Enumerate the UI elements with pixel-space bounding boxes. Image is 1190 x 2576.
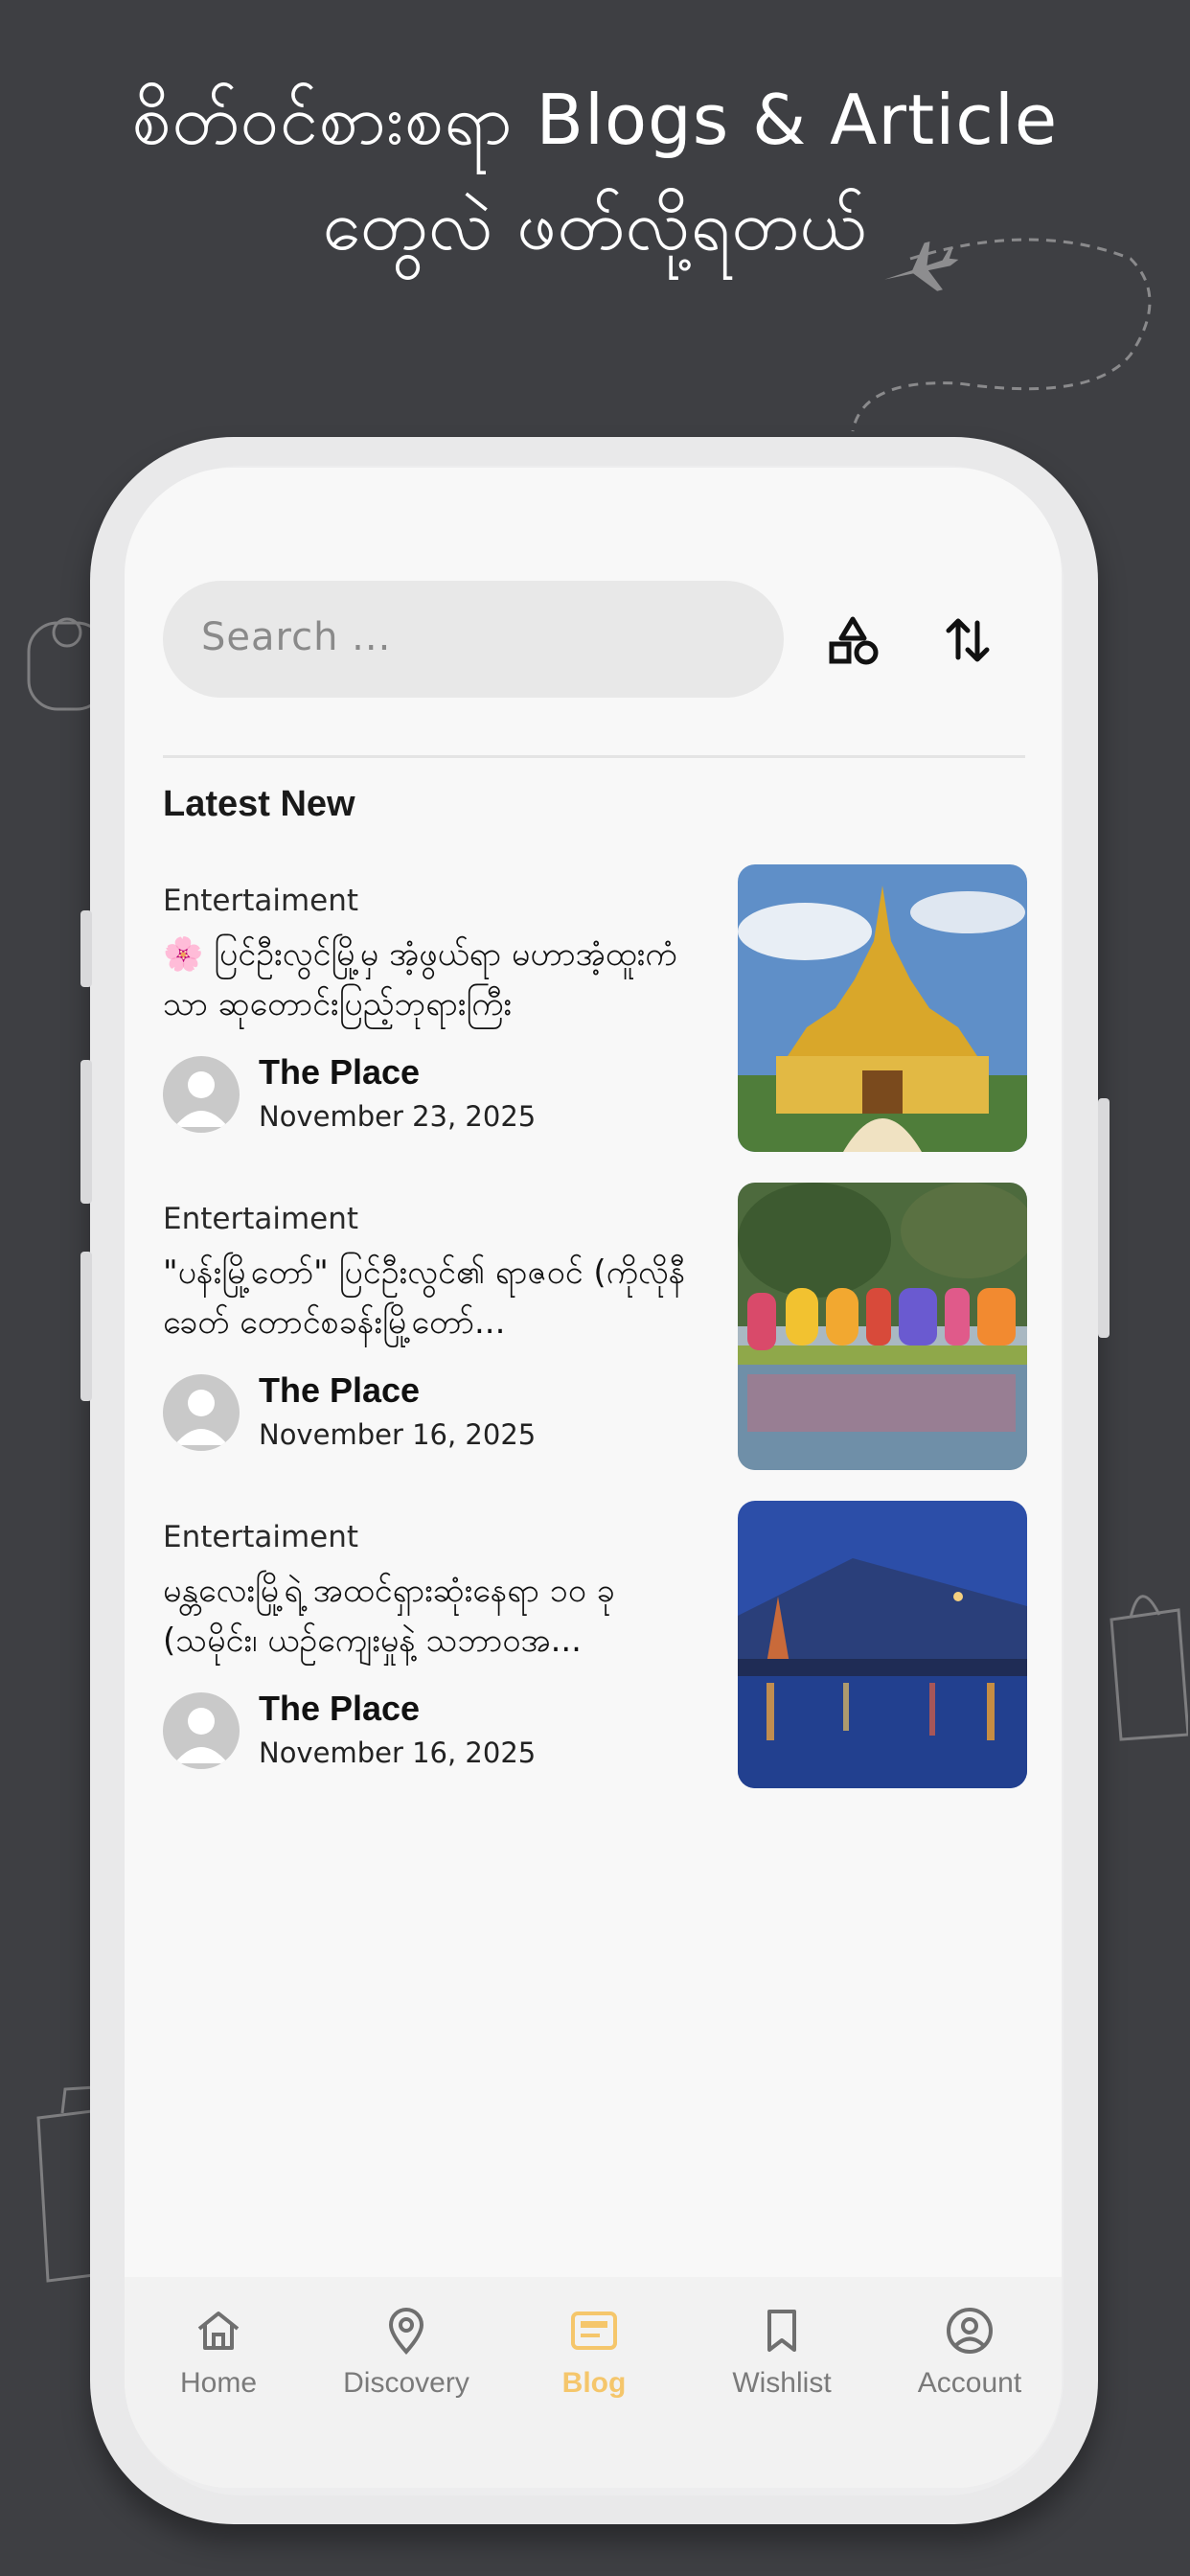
phone-side-button xyxy=(80,1060,92,1204)
nav-label: Blog xyxy=(561,2367,627,2399)
article-thumbnail[interactable] xyxy=(738,864,1027,1152)
lake-letters-image xyxy=(738,1183,1027,1470)
shopping-bag-decoration xyxy=(1110,1595,1188,1741)
phone-power-button xyxy=(1098,1098,1110,1338)
nav-blog[interactable]: Blog xyxy=(500,2304,688,2400)
home-icon xyxy=(197,2312,240,2350)
palace-night-image xyxy=(738,1501,1027,1788)
nav-home[interactable]: Home xyxy=(125,2304,312,2400)
default-avatar-icon xyxy=(174,1071,228,1127)
nav-label: Account xyxy=(917,2367,1022,2399)
sort-arrows-icon[interactable] xyxy=(939,611,996,669)
shapes-icon[interactable] xyxy=(824,611,881,669)
phone-side-button xyxy=(80,1252,92,1401)
golden-pagoda-image xyxy=(738,864,1027,1152)
header-divider xyxy=(163,755,1025,758)
author-name: The Place xyxy=(259,1689,421,1728)
nav-wishlist[interactable]: Wishlist xyxy=(688,2304,876,2400)
airplane-decoration xyxy=(851,238,1152,432)
blog-icon xyxy=(571,2312,617,2350)
section-title: Latest New xyxy=(163,784,355,824)
search-input[interactable]: Search ... xyxy=(163,581,784,698)
author-avatar xyxy=(163,1056,240,1133)
article-category: Entertaiment xyxy=(163,884,359,918)
article-card[interactable]: Entertaiment မန္တလေးမြို့ရဲ့ အထင်ရှားဆုံ… xyxy=(163,1501,1027,1788)
article-date: November 16, 2025 xyxy=(259,1736,537,1769)
article-card[interactable]: Entertaiment 🌸 ပြင်ဦးလွင်မြို့မှ အံ့ဖွယ်… xyxy=(163,864,1027,1152)
location-pin-icon xyxy=(388,2308,424,2356)
nav-label: Wishlist xyxy=(732,2367,832,2399)
author-avatar xyxy=(163,1374,240,1451)
article-category: Entertaiment xyxy=(163,1202,359,1236)
article-thumbnail[interactable] xyxy=(738,1183,1027,1470)
nav-label: Discovery xyxy=(343,2367,469,2399)
search-placeholder: Search ... xyxy=(201,615,392,659)
article-thumbnail[interactable] xyxy=(738,1501,1027,1788)
nav-account[interactable]: Account xyxy=(876,2304,1062,2400)
nav-discovery[interactable]: Discovery xyxy=(312,2304,500,2400)
promo-headline-line1: စိတ်ဝင်စားစရာ Blogs & Article xyxy=(131,80,1059,160)
article-title[interactable]: မန္တလေးမြို့ရဲ့ အထင်ရှားဆုံးနေရာ ၁၀ ခု (… xyxy=(163,1566,704,1666)
article-date: November 16, 2025 xyxy=(259,1418,537,1451)
bookmark-icon xyxy=(767,2310,796,2352)
bottom-navigation: Home Discovery Blog Wishlist Account xyxy=(125,2277,1062,2488)
account-icon xyxy=(947,2308,993,2354)
default-avatar-icon xyxy=(174,1708,228,1763)
article-card[interactable]: Entertaiment "ပန်းမြို့တော်" ပြင်ဦးလွင်၏… xyxy=(163,1183,1027,1470)
article-title[interactable]: 🌸 ပြင်ဦးလွင်မြို့မှ အံ့ဖွယ်ရာ မဟာအံ့ထူးက… xyxy=(163,930,704,1029)
article-date: November 23, 2025 xyxy=(259,1100,537,1133)
default-avatar-icon xyxy=(174,1390,228,1445)
author-name: The Place xyxy=(259,1370,421,1410)
author-name: The Place xyxy=(259,1052,421,1092)
phone-side-button xyxy=(80,910,92,987)
app-screen: Search ... Latest New Entertaiment 🌸 ပြင… xyxy=(125,468,1062,2488)
article-title[interactable]: "ပန်းမြို့တော်" ပြင်ဦးလွင်၏ ရာဇဝင် (ကိုလ… xyxy=(163,1248,704,1347)
author-avatar xyxy=(163,1692,240,1769)
article-category: Entertaiment xyxy=(163,1520,359,1554)
nav-label: Home xyxy=(179,2367,258,2399)
